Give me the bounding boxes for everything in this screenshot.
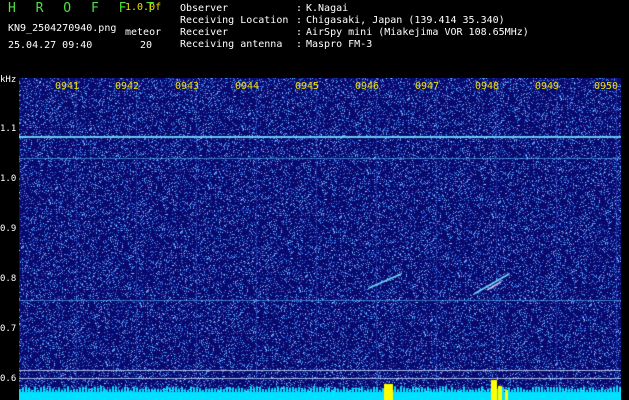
y-tick-label: 0.9 [0,224,17,234]
info-value-receiver: AirSpy mini (Miakejima VOR 108.65MHz) [306,27,529,38]
time-label: 0949 [535,81,560,92]
y-axis: 1.1 1.0 0.9 0.8 0.7 0.6 [0,78,19,400]
info-label-antenna: Receiving antenna [180,39,283,50]
info-sep: : [296,27,303,38]
info-label-receiver: Receiver [180,27,229,38]
time-label: 0945 [295,81,320,92]
mode-value: 20 [140,40,153,51]
hrofft-window: H R O F F T 1.0.0f KN9_2504270940.png me… [0,0,629,400]
info-value-location: Chigasaki, Japan (139.414 35.340) [306,15,505,26]
info-sep: : [296,39,303,50]
y-tick-label: 0.7 [0,324,17,334]
spectrogram-canvas [19,78,621,400]
y-tick-label: 1.0 [0,174,17,184]
time-label: 0942 [115,81,140,92]
time-label: 0948 [475,81,500,92]
file-name: KN9_2504270940.png [8,23,117,34]
date-time: 25.04.27 09:40 [8,40,93,51]
time-label: 0946 [355,81,380,92]
info-value-observer: K.Nagai [306,3,349,14]
info-value-antenna: Maspro FM-3 [306,39,373,50]
info-label-location: Receiving Location [180,15,289,26]
time-label: 0943 [175,81,200,92]
time-label: 0950 [594,81,619,92]
app-version: 1.0.0f [125,2,162,13]
time-label: 0944 [235,81,260,92]
info-sep: : [296,3,303,14]
y-tick-label: 0.6 [0,374,17,384]
spectrogram [19,78,621,400]
y-tick-label: 1.1 [0,124,17,134]
mode-label: meteor [125,27,162,38]
y-tick-label: 0.8 [0,274,17,284]
info-sep: : [296,15,303,26]
time-label: 0947 [415,81,440,92]
time-label: 0941 [55,81,80,92]
info-label-observer: Observer [180,3,229,14]
